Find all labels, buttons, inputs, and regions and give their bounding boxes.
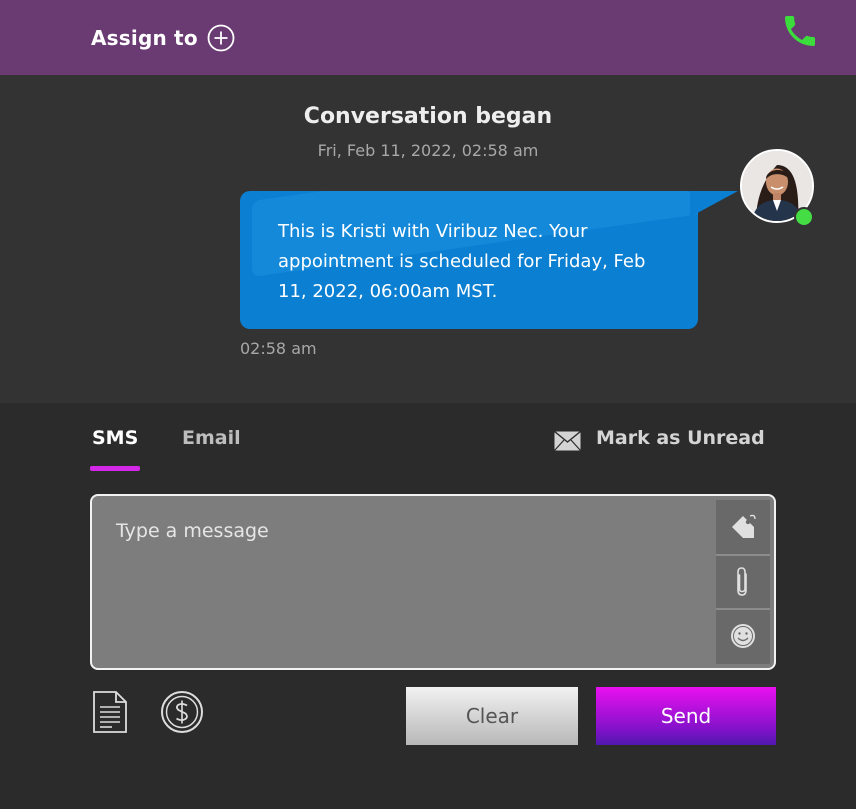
dollar-icon xyxy=(161,691,203,733)
plus-circle-icon xyxy=(207,24,235,52)
tag-button[interactable] xyxy=(716,500,770,554)
phone-icon xyxy=(785,16,815,46)
message-text: This is Kristi with Viribuz Nec. Your ap… xyxy=(278,221,646,302)
call-button[interactable] xyxy=(780,11,820,51)
emoji-icon xyxy=(731,624,755,648)
clear-button[interactable]: Clear xyxy=(406,687,578,745)
top-bar: Assign to xyxy=(0,0,856,75)
add-assignee-button[interactable] xyxy=(207,24,235,52)
tag-icon xyxy=(732,514,756,538)
conversation-title: Conversation began xyxy=(303,104,553,129)
tab-email[interactable]: Email xyxy=(182,427,241,449)
bubble-tail xyxy=(690,191,738,217)
attach-button[interactable] xyxy=(716,554,770,608)
payment-button[interactable] xyxy=(160,690,204,734)
template-button[interactable] xyxy=(92,690,128,734)
message-timestamp: 02:58 am xyxy=(240,339,317,358)
message-tools xyxy=(716,500,770,664)
envelope-icon xyxy=(554,431,581,451)
message-bubble: This is Kristi with Viribuz Nec. Your ap… xyxy=(240,191,698,329)
conversation-start-date: Fri, Feb 11, 2022, 02:58 am xyxy=(317,141,539,160)
mark-as-unread-label: Mark as Unread xyxy=(596,427,765,449)
composer-panel: SMS Email Mark as Unread Type a message … xyxy=(0,403,856,809)
send-button[interactable]: Send xyxy=(596,687,776,745)
document-icon xyxy=(93,691,127,733)
message-input[interactable] xyxy=(92,496,716,668)
assign-to-label: Assign to xyxy=(91,26,198,50)
conversation-panel: Conversation began Fri, Feb 11, 2022, 02… xyxy=(0,75,856,403)
tab-sms[interactable]: SMS xyxy=(92,427,138,449)
online-status-indicator xyxy=(794,207,814,227)
paperclip-icon xyxy=(737,567,747,596)
message-box xyxy=(90,494,776,670)
emoji-button[interactable] xyxy=(716,608,770,662)
active-tab-indicator xyxy=(90,466,140,471)
